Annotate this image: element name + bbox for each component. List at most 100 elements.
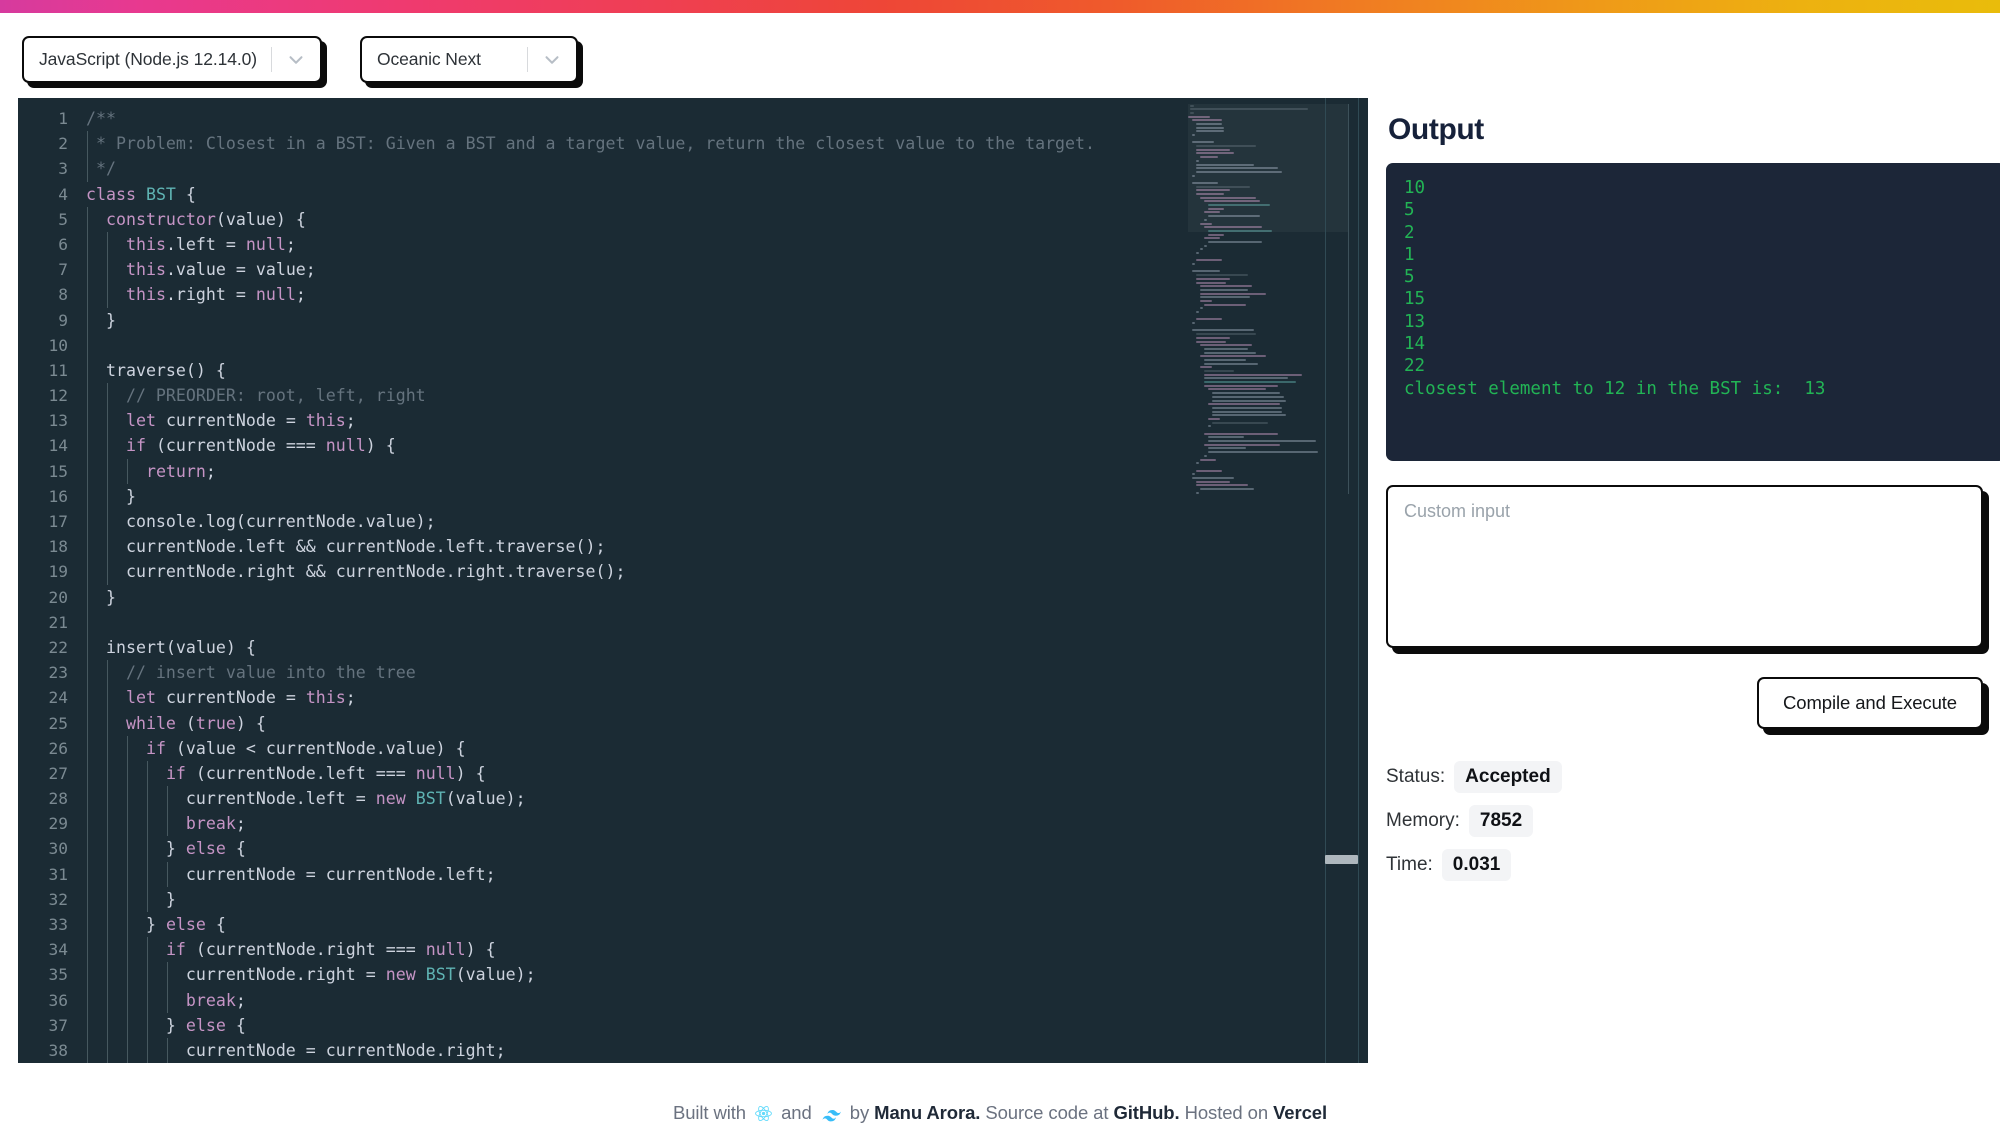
code-line-content: class BST { — [86, 182, 196, 207]
minimap-line — [1188, 414, 1348, 417]
code-line[interactable]: 11 traverse() { — [18, 358, 1208, 383]
code-line[interactable]: 26 if (value < currentNode.value) { — [18, 736, 1208, 761]
indent-guide — [147, 761, 148, 786]
indent-guide — [167, 786, 168, 811]
code-minimap[interactable] — [1188, 104, 1348, 494]
code-line[interactable]: 31 currentNode = currentNode.left; — [18, 862, 1208, 887]
code-line[interactable]: 38 currentNode = currentNode.right; — [18, 1038, 1208, 1063]
code-line[interactable]: 36 break; — [18, 988, 1208, 1013]
footer-vercel-link[interactable]: Vercel — [1273, 1102, 1327, 1123]
minimap-line — [1188, 193, 1348, 196]
code-line-content: } — [86, 484, 136, 509]
indent-guide — [107, 534, 108, 559]
minimap-line — [1188, 469, 1348, 472]
code-text: constructor(value) { — [86, 210, 306, 229]
chevron-down-icon[interactable] — [528, 38, 576, 81]
code-line[interactable]: 30 } else { — [18, 836, 1208, 861]
language-select[interactable]: JavaScript (Node.js 12.14.0) — [22, 36, 322, 83]
code-line[interactable]: 7 this.value = value; — [18, 257, 1208, 282]
indent-guide — [87, 232, 88, 257]
theme-select-wrapper: Oceanic Next — [360, 36, 578, 83]
code-line[interactable]: 34 if (currentNode.right === null) { — [18, 937, 1208, 962]
code-line[interactable]: 9 } — [18, 308, 1208, 333]
line-number: 2 — [18, 131, 86, 156]
custom-input-textarea[interactable] — [1386, 485, 1983, 648]
stat-row: Memory:7852 — [1386, 805, 2000, 837]
code-line[interactable]: 25 while (true) { — [18, 711, 1208, 736]
code-line[interactable]: 14 if (currentNode === null) { — [18, 433, 1208, 458]
indent-guide — [167, 1038, 168, 1063]
code-line[interactable]: 4class BST { — [18, 182, 1208, 207]
code-text: } — [86, 588, 116, 607]
code-text: */ — [86, 159, 116, 178]
minimap-line — [1188, 318, 1348, 321]
code-line-content: if (currentNode.left === null) { — [86, 761, 486, 786]
code-line[interactable]: 33 } else { — [18, 912, 1208, 937]
code-line[interactable]: 27 if (currentNode.left === null) { — [18, 761, 1208, 786]
code-lines-container[interactable]: 1/**2 * Problem: Closest in a BST: Given… — [18, 98, 1208, 1063]
indent-guide — [107, 383, 108, 408]
code-line[interactable]: 24 let currentNode = this; — [18, 685, 1208, 710]
line-number: 35 — [18, 962, 86, 987]
code-line[interactable]: 18 currentNode.left && currentNode.left.… — [18, 534, 1208, 559]
indent-guide — [127, 761, 128, 786]
line-number: 38 — [18, 1038, 86, 1063]
code-text: let currentNode = this; — [86, 688, 356, 707]
code-line-content: // insert value into the tree — [86, 660, 416, 685]
code-line[interactable]: 12 // PREORDER: root, left, right — [18, 383, 1208, 408]
code-line[interactable]: 19 currentNode.right && currentNode.righ… — [18, 559, 1208, 584]
minimap-line — [1188, 200, 1348, 203]
minimap-line — [1188, 141, 1348, 144]
code-line[interactable]: 21 — [18, 610, 1208, 635]
code-line[interactable]: 13 let currentNode = this; — [18, 408, 1208, 433]
code-line[interactable]: 16 } — [18, 484, 1208, 509]
code-line[interactable]: 20 } — [18, 585, 1208, 610]
indent-guide — [147, 1038, 148, 1063]
code-line[interactable]: 29 break; — [18, 811, 1208, 836]
minimap-line — [1188, 148, 1348, 151]
indent-guide — [107, 459, 108, 484]
code-line[interactable]: 3 */ — [18, 156, 1208, 181]
indent-guide — [87, 610, 88, 635]
code-text: this.left = null; — [86, 235, 296, 254]
indent-guide — [127, 836, 128, 861]
code-line[interactable]: 15 return; — [18, 459, 1208, 484]
minimap-line — [1188, 465, 1348, 468]
code-editor[interactable]: 1/**2 * Problem: Closest in a BST: Given… — [18, 98, 1368, 1063]
indent-guide — [87, 660, 88, 685]
code-line[interactable]: 10 — [18, 333, 1208, 358]
minimap-line — [1188, 366, 1348, 369]
line-number: 17 — [18, 509, 86, 534]
indent-guide — [107, 232, 108, 257]
footer-author: Manu Arora. — [874, 1102, 980, 1123]
footer-github-link[interactable]: GitHub. — [1113, 1102, 1179, 1123]
minimap-line — [1188, 255, 1348, 258]
code-line[interactable]: 17 console.log(currentNode.value); — [18, 509, 1208, 534]
minimap-line — [1188, 196, 1348, 199]
indent-guide — [107, 761, 108, 786]
line-number: 32 — [18, 887, 86, 912]
code-line[interactable]: 8 this.right = null; — [18, 282, 1208, 307]
code-line[interactable]: 22 insert(value) { — [18, 635, 1208, 660]
indent-guide — [107, 484, 108, 509]
minimap-line — [1188, 399, 1348, 402]
code-line[interactable]: 2 * Problem: Closest in a BST: Given a B… — [18, 131, 1208, 156]
editor-vertical-rule — [1358, 98, 1359, 1063]
compile-and-execute-button[interactable]: Compile and Execute — [1757, 677, 1983, 729]
minimap-line — [1188, 137, 1348, 140]
theme-select[interactable]: Oceanic Next — [360, 36, 578, 83]
editor-scrollbar-thumb[interactable] — [1325, 855, 1358, 864]
code-text: if (currentNode === null) { — [86, 436, 396, 455]
code-line-content: this.left = null; — [86, 232, 296, 257]
code-line[interactable]: 1/** — [18, 106, 1208, 131]
code-line[interactable]: 23 // insert value into the tree — [18, 660, 1208, 685]
code-line[interactable]: 35 currentNode.right = new BST(value); — [18, 962, 1208, 987]
code-line[interactable]: 32 } — [18, 887, 1208, 912]
minimap-line — [1188, 473, 1348, 476]
code-line[interactable]: 37 } else { — [18, 1013, 1208, 1038]
chevron-down-icon[interactable] — [272, 38, 320, 81]
code-line[interactable]: 6 this.left = null; — [18, 232, 1208, 257]
code-line[interactable]: 5 constructor(value) { — [18, 207, 1208, 232]
code-line-content: */ — [86, 156, 116, 181]
code-line[interactable]: 28 currentNode.left = new BST(value); — [18, 786, 1208, 811]
